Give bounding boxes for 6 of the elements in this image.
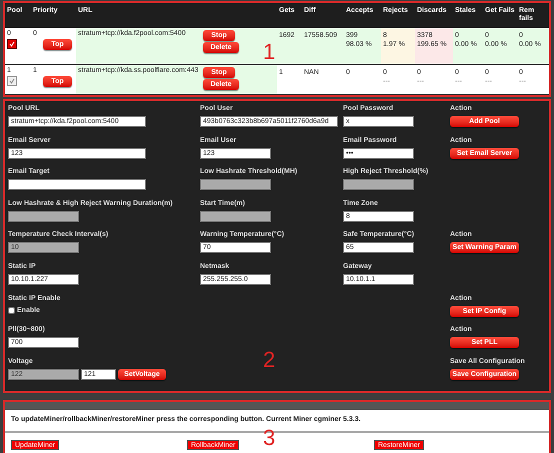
- pool-checkbox[interactable]: [7, 39, 17, 49]
- annotation-number: 2: [263, 349, 276, 371]
- annotation-number: 1: [263, 41, 276, 63]
- enable-checkbox[interactable]: [8, 306, 15, 314]
- pool-checkbox[interactable]: [7, 76, 17, 86]
- input-field[interactable]: [8, 179, 146, 190]
